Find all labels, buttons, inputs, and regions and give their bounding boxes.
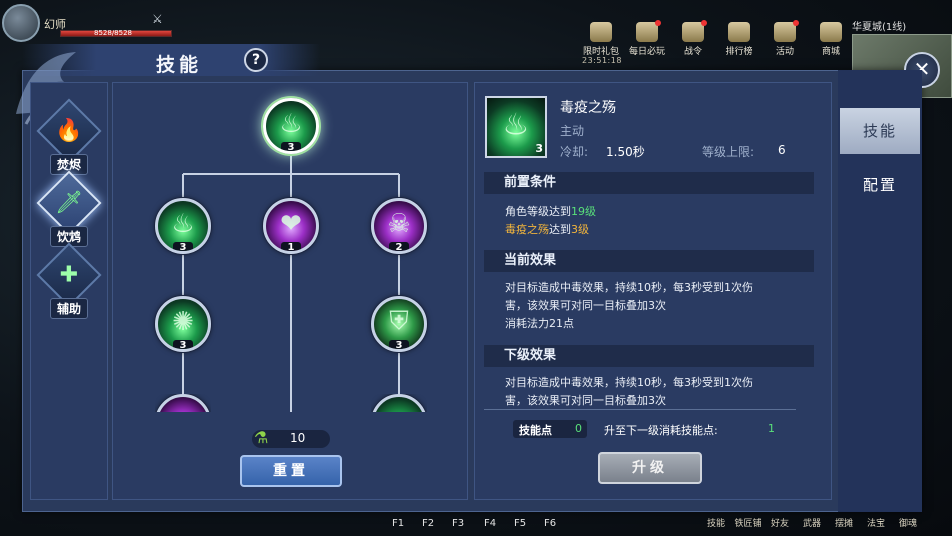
skill-node-mid-1[interactable]: ❤ 1	[263, 198, 319, 254]
green-flame-icon: ♨	[502, 107, 530, 143]
hotkey-f4[interactable]: F4	[484, 518, 496, 529]
skill-node-left-1[interactable]: ♨ 3	[155, 198, 211, 254]
upgrade-cost-label: 升至下一级消耗技能点:	[604, 424, 718, 437]
prereq-level-value: 19级	[571, 205, 596, 218]
top-menu-item-shop[interactable]: 商城	[808, 22, 854, 57]
node-level: 2	[389, 242, 409, 251]
current-effect-line-3: 消耗法力21点	[505, 317, 574, 330]
bottom-menu-smith[interactable]: 铁匠铺	[732, 516, 764, 529]
top-menu-item-ranking[interactable]: 排行榜	[716, 22, 762, 57]
detail-divider	[484, 409, 796, 410]
tab-skills[interactable]: 技能	[840, 108, 920, 154]
bottom-menu-stall[interactable]: 摆摊	[828, 516, 860, 529]
skill-node-right-2[interactable]: ⛨ 3	[371, 296, 427, 352]
current-effect-line-1: 对目标造成中毒效果，持续10秒，每3秒受到1次伤	[505, 281, 753, 294]
poison-burst-icon: ✺	[172, 307, 194, 337]
green-flame-icon: ♨	[279, 109, 303, 139]
bottom-menu-treasure[interactable]: 法宝	[860, 516, 892, 529]
prereq-skill-value: 3级	[571, 223, 589, 236]
green-shield-icon: ⛨	[389, 306, 409, 337]
potion-icon: ⚗	[254, 428, 269, 447]
skill-type: 主动	[560, 124, 585, 138]
dark-heart-icon: ❤	[280, 209, 302, 239]
prereq-skill: 毒疫之殇达到3级	[505, 223, 589, 236]
school-tab-fuzhu[interactable]: ✚ 辅助	[36, 242, 102, 319]
upgrade-cost-value: 1	[768, 422, 775, 435]
prereq-level: 角色等级达到19级	[505, 205, 596, 218]
selected-skill-level: 3	[535, 142, 543, 155]
hotkey-f3[interactable]: F3	[452, 518, 464, 529]
skill-node-right-3-clipped[interactable]	[371, 394, 427, 412]
hotkey-f6[interactable]: F6	[544, 518, 556, 529]
skill-point-value: 0	[575, 422, 582, 435]
upgrade-button[interactable]: 升级	[598, 452, 702, 484]
current-effect-line-2: 害，该效果可对同一目标叠加3次	[505, 299, 666, 312]
node-level: 3	[389, 340, 409, 349]
shop-icon	[820, 22, 842, 42]
next-effect-header: 下级效果	[484, 345, 814, 367]
skill-node-left-3-clipped[interactable]	[155, 394, 211, 412]
skill-name: 毒疫之殇	[560, 100, 616, 116]
skill-points-value: 10	[290, 431, 306, 445]
bottom-menu-friends[interactable]: 好友	[764, 516, 796, 529]
help-icon[interactable]: ?	[244, 48, 268, 72]
top-menu-item-event[interactable]: 活动	[762, 20, 808, 57]
hp-text: 8528/8528	[94, 29, 132, 37]
skill-node-right-1[interactable]: ☠ 2	[371, 198, 427, 254]
window-title: 技能	[156, 54, 203, 76]
prereq-header: 前置条件	[484, 172, 814, 194]
server-label[interactable]: 华夏城(1线)	[852, 18, 906, 33]
battle-pass-icon	[682, 20, 707, 42]
next-effect-line-2: 害，该效果可对同一目标叠加3次	[505, 394, 666, 407]
top-menu: 限时礼包 每日必玩 战令 排行榜 活动 商城	[578, 20, 854, 57]
current-effect-header: 当前效果	[484, 250, 814, 272]
top-menu-item-gift[interactable]: 限时礼包	[578, 22, 624, 57]
beast-skull-icon: ☠	[387, 209, 411, 239]
skill-node-left-2[interactable]: ✺ 3	[155, 296, 211, 352]
cooldown-label: 冷却:	[560, 145, 589, 159]
hotkey-f2[interactable]: F2	[422, 518, 434, 529]
tab-config[interactable]: 配置	[840, 162, 920, 208]
daily-icon	[636, 20, 661, 42]
bottom-menu-weapon[interactable]: 武器	[796, 516, 828, 529]
level-cap-value: 6	[778, 143, 786, 157]
selected-skill-icon: ♨ 3	[485, 96, 547, 158]
node-level: 1	[281, 242, 301, 251]
cooldown-value: 1.50秒	[606, 145, 645, 159]
event-icon	[774, 20, 799, 42]
prereq-skill-name: 毒疫之殇	[505, 223, 549, 236]
gift-icon	[590, 22, 612, 42]
level-cap-label: 等级上限:	[702, 145, 755, 159]
bottom-menu: 技能 铁匠铺 好友 武器 摆摊 法宝 御魂	[700, 516, 924, 529]
node-level: 3	[281, 142, 301, 151]
hotkey-f1[interactable]: F1	[392, 518, 404, 529]
reset-button[interactable]: 重置	[240, 455, 342, 487]
school-label: 辅助	[49, 298, 88, 319]
school-tab-fenjin[interactable]: 🔥 焚烬	[36, 98, 102, 175]
skill-point-label: 技能点	[519, 424, 552, 437]
school-tab-yinzhen[interactable]: 🗡 饮鸩	[36, 170, 102, 247]
hotkey-f5[interactable]: F5	[514, 518, 526, 529]
node-level: 3	[173, 340, 193, 349]
green-flame-icon: ♨	[171, 209, 195, 239]
bottom-menu-skill[interactable]: 技能	[700, 516, 732, 529]
top-menu-item-daily[interactable]: 每日必玩	[624, 20, 670, 57]
buff-icon[interactable]: ⚔	[152, 12, 168, 28]
ranking-icon	[728, 22, 750, 42]
skill-node-root[interactable]: ♨ 3	[263, 98, 319, 154]
bottom-hud: F1 F2 F3 F4 F5 F6 技能 铁匠铺 好友 武器 摆摊 法宝 御魂	[0, 508, 952, 536]
next-effect-line-1: 对目标造成中毒效果，持续10秒，每3秒受到1次伤	[505, 376, 753, 389]
bottom-menu-soul[interactable]: 御魂	[892, 516, 924, 529]
top-menu-item-battle-pass[interactable]: 战令	[670, 20, 716, 57]
gift-timer: 23:51:18	[582, 56, 622, 65]
node-level: 3	[173, 242, 193, 251]
